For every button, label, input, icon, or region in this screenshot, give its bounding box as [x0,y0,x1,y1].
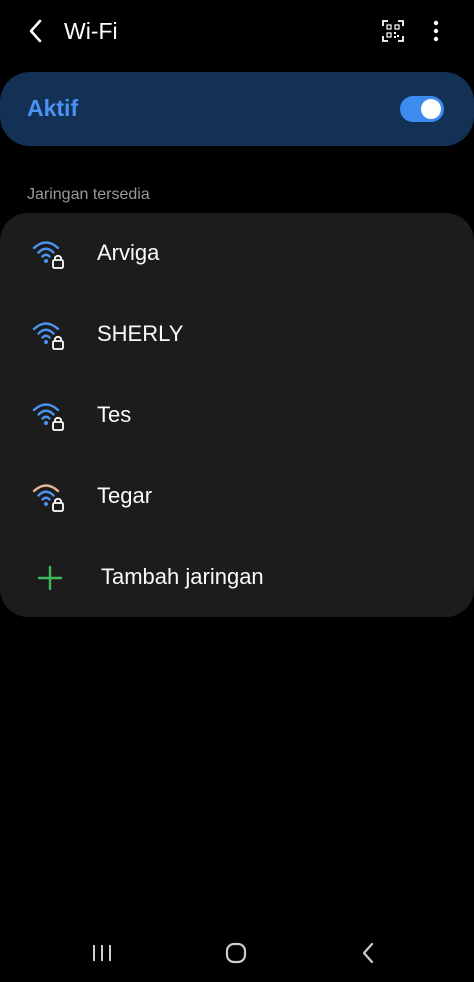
chevron-left-icon [29,19,42,43]
more-options-button[interactable] [424,16,448,46]
network-name: Tes [97,402,132,427]
system-nav-bar [0,924,474,982]
page-title: Wi-Fi [64,18,118,44]
app-bar: Wi-Fi [0,0,474,62]
more-vertical-icon [433,20,439,42]
wifi-toggle[interactable] [400,96,444,122]
network-name: Arviga [97,240,160,265]
back-icon [362,942,374,964]
home-icon [225,942,247,964]
qr-scan-button[interactable] [378,16,408,46]
network-list: Arviga SHERLY Tes Tegar Tambah jaringan [0,213,474,617]
network-name: Tegar [97,483,153,508]
wifi-master-switch-row[interactable]: Aktif [0,72,474,146]
home-button[interactable] [212,932,260,974]
network-item-arviga[interactable]: Arviga [0,214,474,294]
network-item-tes[interactable]: Tes [0,376,474,456]
back-button[interactable] [20,15,52,47]
wifi-lock-icon [32,241,64,269]
wifi-lock-icon [32,322,64,350]
wifi-lock-icon [32,484,64,512]
available-networks-header: Jaringan tersedia [27,186,150,203]
recents-button[interactable] [78,932,126,974]
add-network-item[interactable]: Tambah jaringan [0,538,474,618]
wifi-lock-icon [32,403,64,431]
toggle-knob [421,99,441,119]
network-name: SHERLY [97,321,184,346]
network-item-sherly[interactable]: SHERLY [0,295,474,375]
network-item-tegar[interactable]: Tegar [0,457,474,537]
nav-back-button[interactable] [344,932,392,974]
plus-icon [37,565,63,591]
qr-scan-icon [382,20,404,42]
wifi-status-label: Aktif [27,95,79,121]
add-network-label: Tambah jaringan [101,564,264,589]
recents-icon [93,945,111,961]
